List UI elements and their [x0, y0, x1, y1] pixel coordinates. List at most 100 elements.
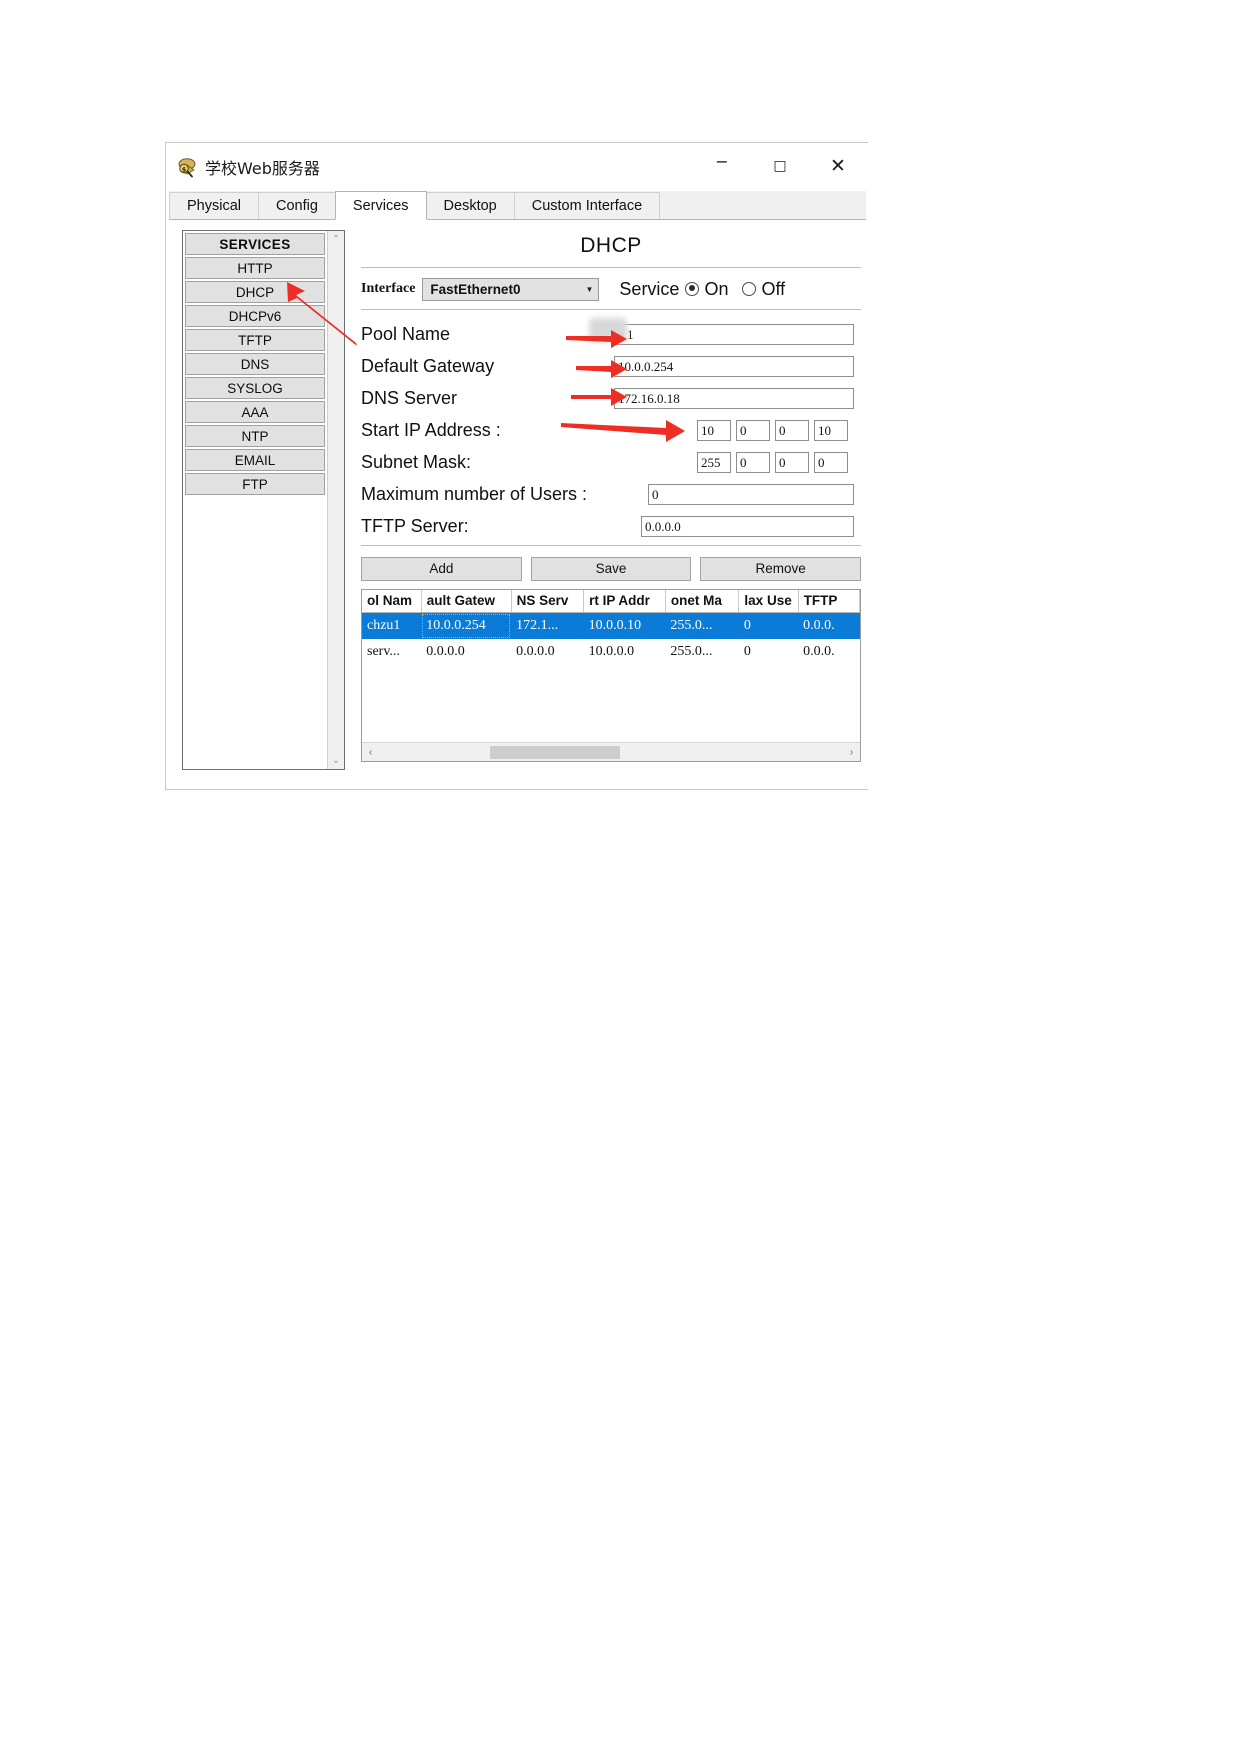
interface-select[interactable]: FastEthernet0 ▼ [422, 277, 600, 301]
dhcp-panel: DHCP Interface FastEthernet0 ▼ Service O… [345, 230, 862, 778]
cell-pool-name: chzu1 [362, 612, 422, 639]
pool-name-row: Pool Name c 1 [361, 318, 861, 349]
start-ip-octet-4[interactable]: 10 [814, 419, 848, 441]
minimize-button[interactable]: − [699, 143, 745, 189]
cell-subnet-mask: 255.0... [665, 612, 739, 639]
interface-select-value: FastEthernet0 [430, 281, 521, 297]
sidebar-item-tftp[interactable]: TFTP [185, 329, 325, 351]
subnet-mask-octet-2[interactable]: 0 [736, 451, 770, 473]
col-header-subnet-mask[interactable]: onet Ma [665, 590, 740, 613]
start-ip-octet-3[interactable]: 0 [775, 419, 809, 441]
dns-server-row: DNS Server 172.16.0.18 [361, 383, 861, 413]
sidebar-item-aaa[interactable]: AAA [185, 401, 325, 423]
sidebar-item-syslog[interactable]: SYSLOG [185, 377, 325, 399]
sidebar-item-dns[interactable]: DNS [185, 353, 325, 375]
remove-button[interactable]: Remove [700, 557, 862, 581]
window-content: SERVICES HTTP DHCP DHCPv6 TFTP DNS SYSLO… [166, 220, 869, 786]
window-titlebar: $ 学校Web服务器 − □ ✕ [166, 143, 869, 191]
service-off-radio[interactable]: Off [742, 279, 785, 300]
svg-text:$: $ [182, 166, 187, 174]
scroll-up-icon[interactable]: ⌃ [328, 231, 345, 248]
pool-table: ol Nam ault Gatew NS Serv rt IP Addr one… [362, 590, 860, 665]
table-empty-area [362, 665, 860, 742]
service-label: Service [619, 278, 680, 299]
tab-custom-interface[interactable]: Custom Interface [513, 192, 661, 219]
services-list-header: SERVICES [185, 233, 325, 255]
service-on-label: On [704, 278, 729, 299]
table-header-row: ol Nam ault Gatew NS Serv rt IP Addr one… [362, 590, 860, 613]
scroll-track[interactable] [379, 742, 843, 761]
start-ip-octet-2[interactable]: 0 [736, 419, 770, 441]
radio-selected-icon [685, 282, 700, 296]
cell-max-users: 0 [738, 612, 799, 639]
radio-empty-icon [742, 282, 757, 296]
col-header-max-users[interactable]: lax Use [738, 590, 799, 613]
tab-desktop[interactable]: Desktop [425, 192, 515, 219]
divider-top [361, 267, 861, 268]
col-header-start-ip-address[interactable]: rt IP Addr [583, 590, 666, 613]
start-ip-row: Start IP Address : 10 0 0 10 [361, 415, 861, 445]
table-row[interactable]: serv... 0.0.0.0 0.0.0.0 10.0.0.0 255.0..… [362, 639, 860, 665]
default-gateway-input[interactable]: 10.0.0.254 [614, 355, 854, 377]
document-page-frame: $ 学校Web服务器 − □ ✕ Physical Config Service… [165, 142, 869, 790]
cell-start-ip: 10.0.0.10 [583, 612, 666, 639]
sidebar-item-dhcpv6[interactable]: DHCPv6 [185, 305, 325, 327]
tab-config[interactable]: Config [258, 192, 336, 219]
maximize-icon: □ [773, 158, 787, 174]
scroll-left-icon[interactable]: ‹ [362, 747, 379, 758]
cell-tftp: 0.0.0. [803, 644, 835, 659]
action-button-row: Add Save Remove [361, 557, 862, 581]
scroll-thumb[interactable] [490, 745, 621, 759]
col-header-pool-name[interactable]: ol Nam [362, 590, 422, 613]
tftp-server-input[interactable]: 0.0.0.0 [641, 515, 854, 537]
cell-default-gateway: 0.0.0.0 [426, 644, 465, 659]
col-header-dns-server[interactable]: NS Serv [511, 590, 585, 613]
scroll-right-icon[interactable]: › [843, 747, 860, 758]
close-button[interactable]: ✕ [815, 143, 861, 189]
pool-name-redaction-blur [589, 318, 627, 342]
divider-bottom [361, 545, 861, 546]
sidebar-item-ftp[interactable]: FTP [185, 473, 325, 495]
service-off-label: Off [761, 278, 786, 299]
cell-tftp: 0.0.0. [798, 612, 860, 639]
minimize-icon: − [715, 152, 729, 171]
tab-physical[interactable]: Physical [169, 192, 259, 219]
cell-default-gateway: 10.0.0.254 [421, 612, 512, 639]
sidebar-item-dhcp[interactable]: DHCP [185, 281, 325, 303]
sidebar-item-email[interactable]: EMAIL [185, 449, 325, 471]
start-ip-label: Start IP Address : [361, 419, 501, 440]
add-button[interactable]: Add [361, 557, 522, 581]
tftp-server-row: TFTP Server: 0.0.0.0 [361, 511, 861, 541]
cell-subnet-mask: 255.0... [670, 644, 713, 659]
sidebar-item-ntp[interactable]: NTP [185, 425, 325, 447]
scroll-down-icon[interactable]: ⌄ [328, 752, 345, 769]
cell-start-ip: 10.0.0.0 [588, 644, 635, 659]
subnet-mask-octet-3[interactable]: 0 [775, 451, 809, 473]
dns-server-input[interactable]: 172.16.0.18 [614, 387, 854, 409]
maximize-button[interactable]: □ [757, 143, 803, 189]
table-horizontal-scrollbar[interactable]: ‹ › [362, 742, 860, 761]
sidebar-item-http[interactable]: HTTP [185, 257, 325, 279]
subnet-mask-octet-4[interactable]: 0 [814, 451, 848, 473]
save-button[interactable]: Save [530, 557, 692, 581]
max-users-input[interactable]: 0 [648, 483, 854, 505]
sidebar-scrollbar[interactable]: ⌃ ⌄ [327, 231, 344, 769]
cell-pool-name: serv... [367, 644, 400, 659]
page-title: DHCP [580, 234, 642, 257]
subnet-mask-octet-1[interactable]: 255 [697, 451, 731, 473]
table-row[interactable]: chzu1 10.0.0.254 172.1... 10.0.0.10 255.… [362, 612, 860, 639]
start-ip-octet-group: 10 0 0 10 [697, 419, 848, 441]
col-header-tftp[interactable]: TFTP [798, 590, 860, 613]
cell-dns-server: 0.0.0.0 [516, 644, 555, 659]
tab-services[interactable]: Services [334, 191, 427, 220]
service-on-radio[interactable]: On [685, 279, 728, 300]
server-icon: $ [176, 156, 198, 178]
default-gateway-label: Default Gateway [361, 355, 495, 376]
interface-label: Interface [361, 281, 416, 296]
pool-name-input[interactable]: c 1 [614, 323, 854, 345]
divider-mid [361, 309, 861, 310]
start-ip-octet-1[interactable]: 10 [697, 419, 731, 441]
max-users-row: Maximum number of Users : 0 [361, 479, 861, 509]
tab-bar: Physical Config Services Desktop Custom … [169, 191, 866, 220]
col-header-default-gateway[interactable]: ault Gatew [421, 590, 512, 613]
